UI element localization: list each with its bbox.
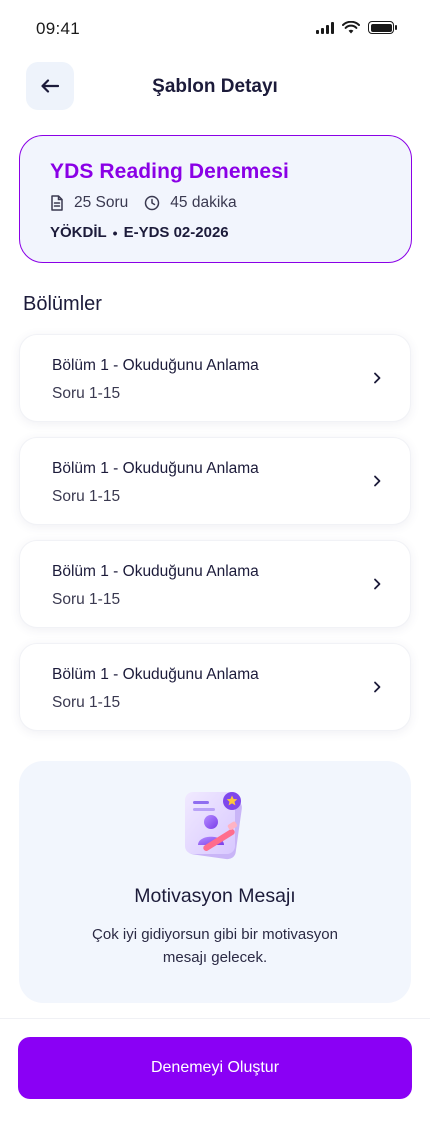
tag-separator: • xyxy=(112,224,118,241)
motivation-text: Çok iyi gidiyorsun gibi bir motivasyon m… xyxy=(92,926,338,966)
section-question-range: Soru 1-15 xyxy=(52,694,121,711)
header: Şablon Detayı xyxy=(0,62,430,114)
chevron-right-icon xyxy=(374,578,381,590)
section-item[interactable]: Bölüm 1 - Okuduğunu Anlama Soru 1-15 xyxy=(19,334,411,422)
tag-exam-code: E-YDS 02-2026 xyxy=(123,224,229,241)
section-item[interactable]: Bölüm 1 - Okuduğunu Anlama Soru 1-15 xyxy=(19,437,411,525)
section-title: Bölüm 1 - Okuduğunu Anlama xyxy=(52,563,259,580)
section-question-range: Soru 1-15 xyxy=(52,488,121,505)
section-item[interactable]: Bölüm 1 - Okuduğunu Anlama Soru 1-15 xyxy=(19,643,411,731)
document-icon xyxy=(51,195,63,211)
template-meta: 25 Soru 45 dakika xyxy=(50,194,381,212)
question-count-label: 25 Soru xyxy=(74,194,129,211)
template-summary-card: YDS Reading Denemesi 25 Soru 45 dakika Y… xyxy=(19,135,412,263)
question-count: 25 Soru xyxy=(50,194,128,212)
battery-icon xyxy=(368,21,397,34)
clock-icon xyxy=(145,195,160,211)
duration: 45 dakika xyxy=(144,194,237,212)
sections-heading: Bölümler xyxy=(23,293,102,315)
template-tags: YÖKDİL • E-YDS 02-2026 xyxy=(50,224,381,241)
status-icons xyxy=(316,21,397,34)
motivation-title: Motivasyon Mesajı xyxy=(134,885,296,907)
create-exam-button[interactable]: Denemeyi Oluştur xyxy=(18,1037,412,1099)
section-item[interactable]: Bölüm 1 - Okuduğunu Anlama Soru 1-15 xyxy=(19,540,411,628)
section-question-range: Soru 1-15 xyxy=(52,385,121,402)
page-title: Şablon Detayı xyxy=(152,76,278,97)
section-title: Bölüm 1 - Okuduğunu Anlama xyxy=(52,666,259,683)
chevron-right-icon xyxy=(374,475,381,487)
status-bar: 09:41 xyxy=(0,0,430,60)
chevron-right-icon xyxy=(374,681,381,693)
wifi-icon xyxy=(342,21,360,34)
duration-label: 45 dakika xyxy=(170,194,237,211)
section-question-range: Soru 1-15 xyxy=(52,591,121,608)
section-title: Bölüm 1 - Okuduğunu Anlama xyxy=(52,460,259,477)
template-title: YDS Reading Denemesi xyxy=(50,160,289,183)
status-time: 09:41 xyxy=(36,19,81,38)
chevron-right-icon xyxy=(374,372,381,384)
motivation-illustration-icon xyxy=(185,792,242,860)
footer-divider xyxy=(0,1018,430,1019)
section-list: Bölüm 1 - Okuduğunu Anlama Soru 1-15 Böl… xyxy=(19,334,411,746)
cellular-signal-icon xyxy=(316,21,334,34)
tag-exam-type: YÖKDİL xyxy=(50,224,107,241)
section-title: Bölüm 1 - Okuduğunu Anlama xyxy=(52,357,259,374)
motivation-card: Motivasyon Mesajı Çok iyi gidiyorsun gib… xyxy=(19,761,411,1003)
